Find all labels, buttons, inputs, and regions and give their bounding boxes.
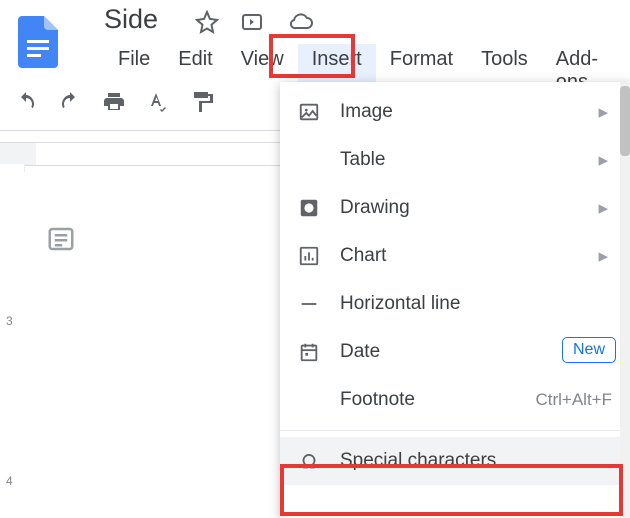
menu-item-label: Footnote (340, 389, 415, 411)
insert-dropdown: Image ▸ Table ▸ Drawing ▸ Chart ▸ Horizo… (280, 82, 630, 518)
redo-button[interactable] (58, 90, 82, 114)
menu-item-label: Chart (340, 245, 386, 267)
menu-item-label: Date (340, 341, 380, 363)
menu-item-label: Horizontal line (340, 293, 460, 315)
omega-icon (296, 450, 322, 472)
menu-item-special-characters[interactable]: Special characters (280, 437, 630, 485)
menu-item-chart[interactable]: Chart ▸ (280, 232, 630, 280)
horizontal-ruler[interactable] (0, 142, 280, 166)
menu-item-drawing[interactable]: Drawing ▸ (280, 184, 630, 232)
ruler-mark: 3 (6, 314, 13, 328)
toolbar (14, 90, 214, 114)
paint-format-button[interactable] (190, 90, 214, 114)
image-icon (296, 101, 322, 123)
hline-icon (296, 293, 322, 315)
keyboard-shortcut: Ctrl+Alt+F (535, 390, 612, 410)
ruler-mark: 4 (6, 474, 13, 488)
new-badge: New (562, 337, 616, 363)
submenu-arrow-icon: ▸ (598, 149, 608, 172)
menu-item-horizontal-line[interactable]: Horizontal line (280, 280, 630, 328)
docs-logo (18, 16, 58, 73)
menu-item-label: Image (340, 101, 393, 123)
menu-item-label: Drawing (340, 197, 410, 219)
menu-item-table[interactable]: Table ▸ (280, 136, 630, 184)
menu-item-image[interactable]: Image ▸ (280, 88, 630, 136)
menu-item-label: Special characters (340, 450, 496, 472)
drawing-icon (296, 197, 322, 219)
submenu-arrow-icon: ▸ (598, 245, 608, 268)
dropdown-scrollbar[interactable] (620, 82, 630, 518)
star-icon[interactable] (195, 10, 219, 39)
menu-item-date[interactable]: Date New (280, 328, 630, 376)
menu-item-footnote[interactable]: Footnote Ctrl+Alt+F (280, 376, 630, 424)
menu-item-label: Table (340, 149, 385, 171)
print-button[interactable] (102, 90, 126, 114)
chart-icon (296, 245, 322, 267)
undo-button[interactable] (14, 90, 38, 114)
cloud-status-icon[interactable] (288, 10, 314, 39)
vertical-ruler[interactable]: 3 4 (0, 164, 25, 518)
calendar-icon (296, 341, 322, 363)
move-icon[interactable] (240, 10, 264, 39)
outline-icon[interactable] (46, 224, 76, 259)
submenu-arrow-icon: ▸ (598, 101, 608, 124)
scrollbar-thumb[interactable] (620, 86, 630, 156)
menu-separator (280, 430, 630, 431)
document-title[interactable]: Side (104, 4, 158, 35)
spellcheck-button[interactable] (146, 90, 170, 114)
submenu-arrow-icon: ▸ (598, 197, 608, 220)
